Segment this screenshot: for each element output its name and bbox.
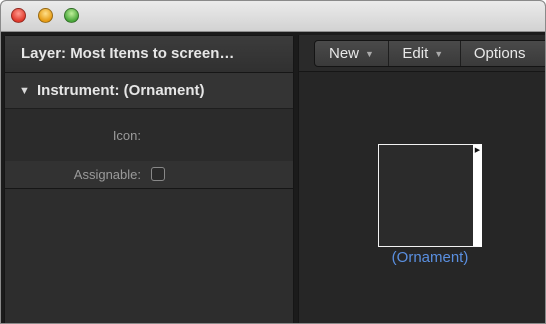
minimize-icon: [39, 9, 52, 22]
assignable-row: Assignable:: [5, 161, 293, 189]
new-menu-label: New: [329, 45, 360, 62]
inspector-empty-area: [5, 191, 293, 323]
disclosure-triangle-down-icon[interactable]: ▼: [19, 74, 37, 109]
options-menu-label: Options: [473, 45, 526, 62]
assignable-label: Assignable:: [73, 167, 141, 182]
instrument-section-header[interactable]: ▼ Instrument: (Ornament): [5, 73, 293, 109]
close-button[interactable]: [11, 8, 26, 23]
app-window: Layer: Most Items to screen… ▼ Instrument…: [0, 0, 546, 324]
zoom-icon: [65, 9, 78, 22]
inspector-pane: Layer: Most Items to screen… ▼ Instrument…: [4, 35, 294, 323]
zoom-button[interactable]: [64, 8, 79, 23]
edit-menu-button[interactable]: Edit ▼: [389, 41, 461, 66]
environment-canvas[interactable]: ▶ (Ornament): [299, 73, 545, 323]
assignable-checkbox[interactable]: [151, 167, 165, 181]
chevron-down-icon: ▼: [434, 49, 444, 59]
instrument-section-title: Instrument: (Ornament): [37, 82, 205, 99]
icon-row: Icon:: [5, 109, 293, 161]
environment-pane: New ▼ Edit ▼ Options ▶ (Ornament): [298, 35, 545, 323]
ornament-object-label[interactable]: (Ornament): [368, 249, 492, 266]
chevron-down-icon: ▼: [365, 49, 374, 59]
close-icon: [12, 9, 25, 22]
toolbar-button-group: New ▼ Edit ▼ Options: [314, 40, 545, 67]
edit-menu-label: Edit: [402, 45, 429, 62]
new-menu-button[interactable]: New ▼: [315, 41, 390, 66]
icon-label: Icon:: [112, 128, 141, 143]
output-triangle-icon[interactable]: ▶: [473, 146, 482, 155]
toolbar: New ▼ Edit ▼ Options: [299, 35, 545, 72]
ornament-object[interactable]: ▶: [378, 144, 482, 247]
title-bar: [1, 1, 545, 32]
minimize-button[interactable]: [38, 8, 53, 23]
options-menu-button[interactable]: Options: [461, 41, 545, 66]
layer-title[interactable]: Layer: Most Items to screen…: [5, 36, 293, 73]
